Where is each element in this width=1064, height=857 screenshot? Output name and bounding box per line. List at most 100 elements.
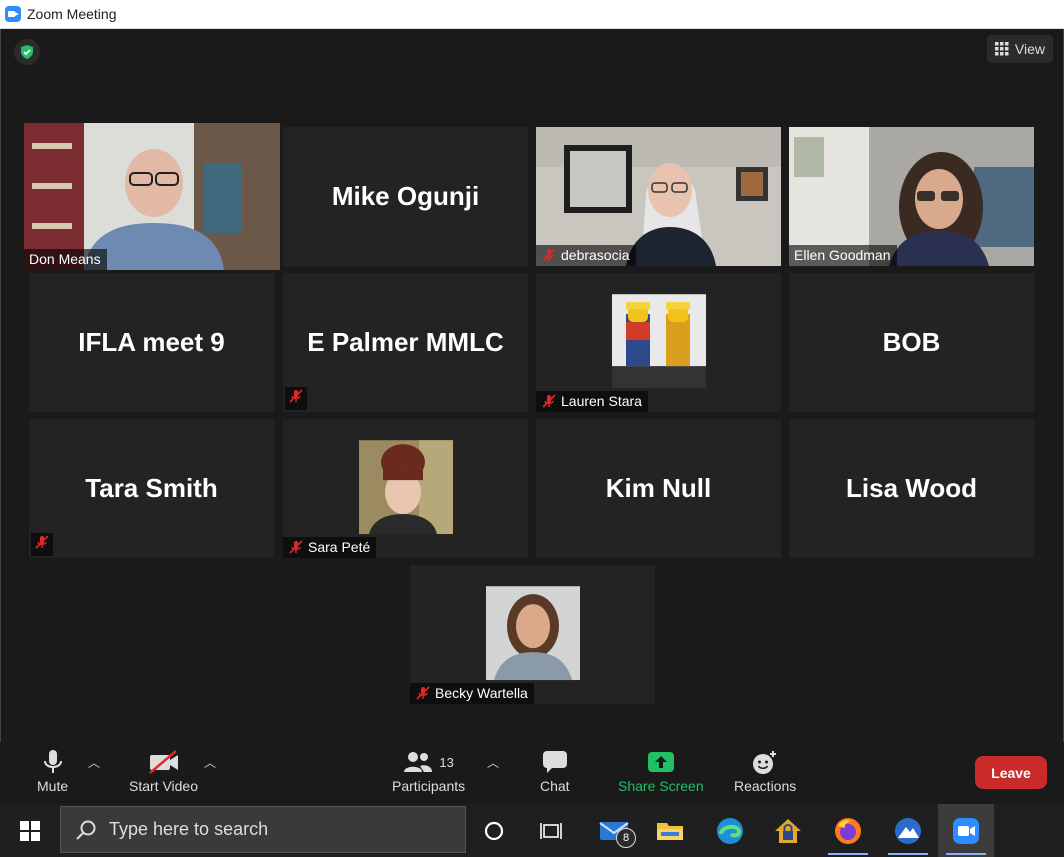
video-tile-becky-wartella[interactable]: Becky Wartella — [410, 565, 655, 704]
taskbar-mail[interactable]: 8 — [586, 804, 642, 857]
window-titlebar: Zoom Meeting — [0, 0, 1064, 29]
participant-name-label: Ellen Goodman — [789, 245, 897, 266]
muted-mic-icon — [289, 389, 303, 403]
taskbar-zoom[interactable] — [938, 804, 994, 857]
profile-picture — [485, 585, 580, 680]
participant-name: Ellen Goodman — [794, 247, 891, 263]
participant-display-name: E Palmer MMLC — [307, 327, 504, 357]
leave-button[interactable]: Leave — [975, 756, 1047, 789]
share-screen-icon — [647, 752, 674, 772]
participants-button[interactable]: 13 Participants — [392, 746, 465, 794]
chat-button[interactable]: Chat — [540, 746, 570, 794]
zoom-logo-icon — [5, 6, 21, 22]
participants-options-chevron-icon[interactable]: ︿ — [487, 754, 499, 771]
muted-mic-icon — [416, 686, 430, 700]
video-off-icon — [148, 750, 178, 774]
video-tile-bob[interactable]: BOB — [789, 273, 1034, 412]
muted-mic-icon — [289, 540, 303, 554]
video-tile-e-palmer-mmlc[interactable]: E Palmer MMLC — [283, 273, 528, 412]
video-tile-ifla-meet-9[interactable]: IFLA meet 9 — [29, 273, 274, 412]
video-tile-lisa-wood[interactable]: Lisa Wood — [789, 419, 1034, 558]
participant-display-name: Tara Smith — [85, 473, 218, 503]
cortana-circle-icon — [484, 821, 504, 840]
meeting-toolbar: Mute ︿ Start Video ︿ 13 Participants ︿ C… — [0, 742, 1064, 804]
edge-browser-icon — [717, 817, 743, 844]
participant-name: Sara Peté — [308, 539, 371, 555]
taskbar-firefox[interactable] — [820, 804, 876, 857]
folder-icon — [657, 822, 683, 840]
task-view-button[interactable] — [523, 804, 579, 857]
video-tile-debrasocia[interactable]: debrasocia — [536, 127, 781, 266]
participants-label: Participants — [392, 778, 466, 794]
muted-mic-icon — [542, 248, 556, 262]
muted-indicator — [31, 533, 53, 556]
chat-bubble-icon — [542, 751, 567, 773]
participant-display-name: BOB — [882, 327, 941, 357]
mail-count-badge: 8 — [616, 828, 636, 848]
video-tile-lauren-stara[interactable]: Lauren Stara — [536, 273, 781, 412]
microphone-icon — [43, 750, 62, 773]
security-shield-icon[interactable] — [14, 39, 40, 65]
participant-display-name: Mike Ogunji — [331, 181, 480, 211]
start-button[interactable] — [0, 804, 60, 857]
profile-picture — [611, 293, 706, 388]
share-screen-button[interactable]: Share Screen — [618, 746, 704, 794]
start-video-button[interactable]: Start Video — [129, 746, 198, 794]
audio-options-chevron-icon[interactable]: ︿ — [88, 754, 100, 771]
taskbar-app-blue[interactable] — [880, 804, 936, 857]
reactions-button[interactable]: Reactions — [734, 746, 796, 794]
windows-taskbar: Type here to search 8 — [0, 804, 1064, 857]
taskbar-file-explorer[interactable] — [642, 804, 698, 857]
cortana-button[interactable] — [466, 804, 522, 857]
view-label: View — [1014, 41, 1045, 57]
start-video-label: Start Video — [129, 778, 199, 794]
participant-count: 13 — [439, 754, 454, 770]
muted-mic-icon — [35, 535, 49, 549]
lock-house-icon — [775, 818, 801, 843]
video-options-chevron-icon[interactable]: ︿ — [204, 754, 216, 771]
participant-display-name: IFLA meet 9 — [78, 327, 225, 357]
muted-indicator — [285, 387, 307, 410]
participant-name: Lauren Stara — [561, 393, 642, 409]
search-placeholder: Type here to search — [109, 819, 269, 839]
video-tile-ellen-goodman[interactable]: Ellen Goodman — [789, 127, 1034, 266]
video-tile-kim-null[interactable]: Kim Null — [536, 419, 781, 558]
taskbar-search-box[interactable]: Type here to search — [60, 806, 466, 853]
muted-mic-icon — [542, 394, 556, 408]
view-button[interactable]: View — [986, 35, 1053, 63]
participant-name: Don Means — [29, 251, 101, 267]
participant-name: Becky Wartella — [435, 685, 528, 701]
active-app-indicator — [828, 853, 868, 855]
participant-name-label: Becky Wartella — [410, 683, 534, 704]
search-icon — [76, 820, 96, 840]
firefox-icon — [835, 817, 861, 844]
video-tile-mike-ogunji[interactable]: Mike Ogunji — [283, 127, 528, 266]
share-screen-label: Share Screen — [618, 778, 704, 794]
zoom-app-icon — [953, 817, 979, 844]
windows-logo-icon — [20, 820, 40, 841]
profile-picture — [358, 439, 453, 534]
mountain-app-icon — [895, 817, 921, 844]
chat-label: Chat — [540, 778, 570, 794]
participant-name-label: Lauren Stara — [536, 391, 648, 412]
video-tile-tara-smith[interactable]: Tara Smith — [29, 419, 274, 558]
video-tile-don-means[interactable]: Don Means — [24, 123, 280, 270]
video-tile-sara-pete[interactable]: Sara Peté — [283, 419, 528, 558]
reactions-label: Reactions — [734, 778, 797, 794]
task-view-icon — [540, 822, 562, 839]
participant-name-label: debrasocia — [536, 245, 636, 266]
meeting-area: View Don Means Mike Ogunji debrasocia El… — [0, 29, 1064, 804]
participant-name-label: Sara Peté — [283, 537, 377, 558]
taskbar-vpn[interactable] — [760, 804, 816, 857]
window-title: Zoom Meeting — [27, 6, 117, 22]
active-app-indicator — [888, 853, 928, 855]
active-app-indicator — [946, 853, 986, 855]
smiley-plus-icon — [753, 751, 777, 774]
mute-button[interactable]: Mute — [37, 746, 68, 794]
participant-display-name: Lisa Wood — [846, 473, 977, 503]
taskbar-edge[interactable] — [702, 804, 758, 857]
participant-name-label: Don Means — [24, 249, 107, 270]
participant-name: debrasocia — [561, 247, 630, 263]
mute-label: Mute — [37, 778, 69, 794]
video-feed — [24, 123, 280, 270]
